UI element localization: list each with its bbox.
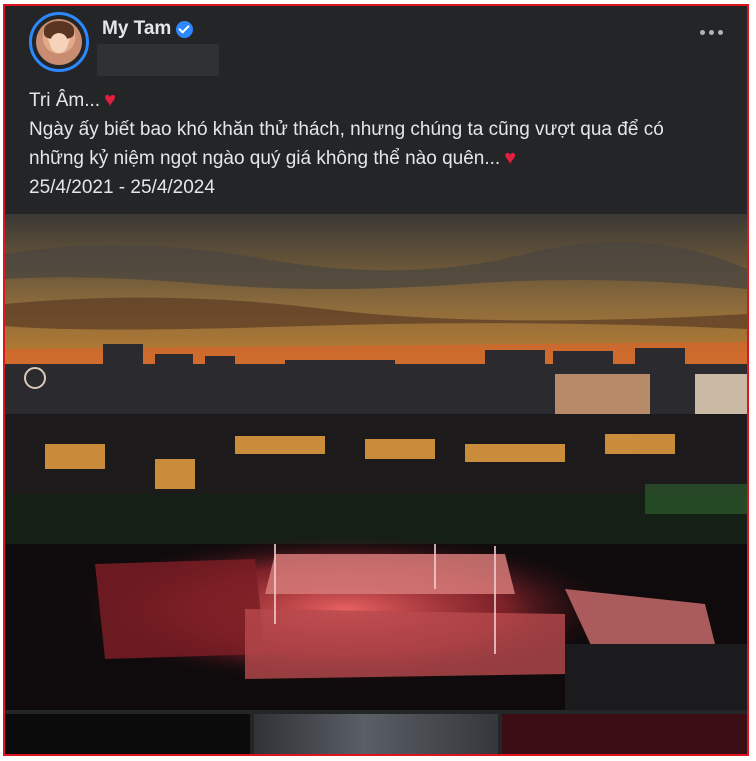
more-options-icon[interactable] xyxy=(700,30,723,35)
dot-icon xyxy=(718,30,723,35)
avatar[interactable] xyxy=(36,19,82,65)
caption-text: Tri Âm... xyxy=(29,90,101,111)
photo-thumbnail[interactable] xyxy=(5,714,250,754)
photo-thumbnail[interactable] xyxy=(502,714,747,754)
dot-icon xyxy=(700,30,705,35)
author-avatar-ring[interactable] xyxy=(29,12,89,72)
post-caption: Tri Âm... ♥ Ngày ấy biết bao khó khăn thử… xyxy=(29,86,739,202)
caption-line: Ngày ấy biết bao khó khăn thử thách, như… xyxy=(29,119,664,140)
caption-date-range: 25/4/2021 - 25/4/2024 xyxy=(29,177,215,198)
caption-line: Tri Âm... ♥ xyxy=(29,86,739,115)
heart-icon: ♥ xyxy=(104,89,116,111)
post-card: My Tam Tri Âm... ♥ Ngày ấy biết bao khó k… xyxy=(3,4,749,756)
caption-text: những kỷ niệm ngọt ngào quý giá không th… xyxy=(29,148,501,169)
verified-badge-icon xyxy=(176,20,194,38)
author-row: My Tam xyxy=(102,18,194,40)
author-name[interactable]: My Tam xyxy=(102,18,171,40)
dot-icon xyxy=(709,30,714,35)
photo-thumbnail[interactable] xyxy=(253,714,499,754)
post-photo-stadium-sunset[interactable] xyxy=(5,214,747,710)
caption-line: những kỷ niệm ngọt ngào quý giá không th… xyxy=(29,144,739,173)
post-header: My Tam xyxy=(29,12,747,84)
heart-icon: ♥ xyxy=(504,147,517,169)
post-meta-redacted xyxy=(97,44,219,76)
photo-thumbnails xyxy=(5,714,747,754)
